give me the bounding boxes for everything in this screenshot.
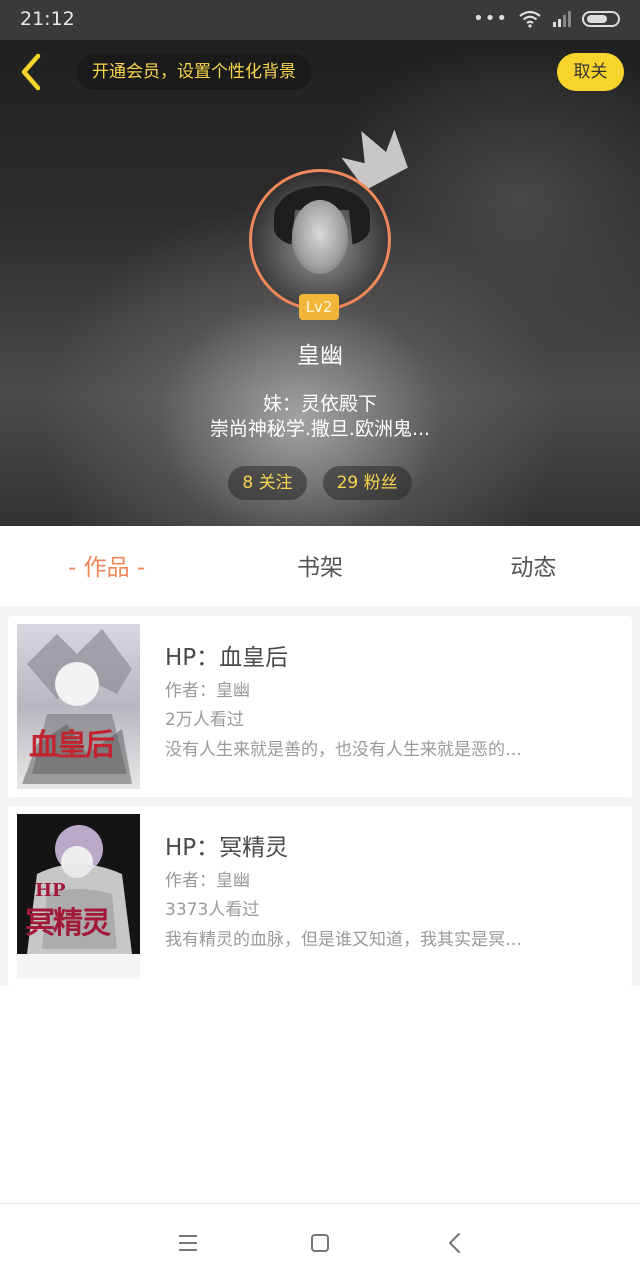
username: 皇幽 [297, 343, 343, 369]
stats-row: 8 关注 29 粉丝 [0, 466, 640, 500]
book-card[interactable]: HP 冥精灵 HP：冥精灵 作者：皇幽 3373人看过 我有精灵的血脉，但是谁又… [8, 806, 632, 987]
back-triangle-icon[interactable] [440, 1228, 470, 1258]
book-cover-title: 冥精灵 [25, 906, 111, 941]
profile-tabs: - 作品 - 书架 动态 [0, 526, 640, 606]
home-square-icon[interactable] [305, 1228, 335, 1258]
book-cover-image [17, 624, 140, 789]
works-list: 血皇后 HP：血皇后 作者：皇幽 2万人看过 没有人生来就是善的，也没有人生来就… [0, 606, 640, 987]
book-views: 3373人看过 [165, 900, 260, 920]
book-author: 作者：皇幽 [165, 681, 250, 701]
system-nav-bar [0, 1203, 640, 1280]
level-badge: Lv2 [299, 294, 339, 320]
book-description: 没有人生来就是善的，也没有人生来就是恶的… [165, 740, 522, 760]
book-title: HP：血皇后 [165, 645, 289, 671]
book-cover[interactable]: 血皇后 [17, 624, 140, 789]
bio-line-1: 妹：灵依殿下 [262, 393, 377, 415]
menu-icon[interactable] [173, 1228, 203, 1258]
bio: 妹：灵依殿下 崇尚神秘学.撒旦.欧洲鬼... [0, 392, 640, 442]
book-title: HP：冥精灵 [165, 835, 289, 861]
book-author: 作者：皇幽 [165, 871, 250, 891]
signal-icon [553, 11, 571, 27]
tab-activity[interactable]: 动态 [427, 526, 640, 606]
tab-works[interactable]: - 作品 - [0, 526, 213, 606]
following-count[interactable]: 8 关注 [228, 466, 307, 500]
avatar[interactable] [249, 169, 391, 311]
tab-bookshelf[interactable]: 书架 [213, 526, 426, 606]
profile-header: 21:12 ••• 开通会员，设置个性化背景 取关 Lv2 皇幽 妹：灵依殿下 … [0, 0, 640, 526]
status-icons: ••• [473, 10, 620, 28]
battery-icon [582, 11, 620, 27]
fans-count[interactable]: 29 粉丝 [322, 466, 412, 500]
unfollow-button[interactable]: 取关 [557, 53, 624, 91]
book-card[interactable]: 血皇后 HP：血皇后 作者：皇幽 2万人看过 没有人生来就是善的，也没有人生来就… [8, 616, 632, 797]
book-description: 我有精灵的血脉，但是谁又知道，我其实是冥… [165, 930, 522, 950]
vip-background-banner[interactable]: 开通会员，设置个性化背景 [76, 54, 312, 90]
back-chevron-icon[interactable] [14, 52, 54, 92]
notification-dots-icon: ••• [473, 8, 508, 29]
book-cover[interactable]: HP 冥精灵 [17, 814, 140, 979]
book-cover-title: 血皇后 [29, 728, 115, 763]
status-time: 21:12 [20, 8, 75, 30]
bio-line-2: 崇尚神秘学.撒旦.欧洲鬼... [209, 418, 431, 440]
book-views: 2万人看过 [165, 710, 244, 730]
wifi-icon [519, 10, 541, 28]
status-bar: 21:12 ••• [0, 0, 640, 40]
